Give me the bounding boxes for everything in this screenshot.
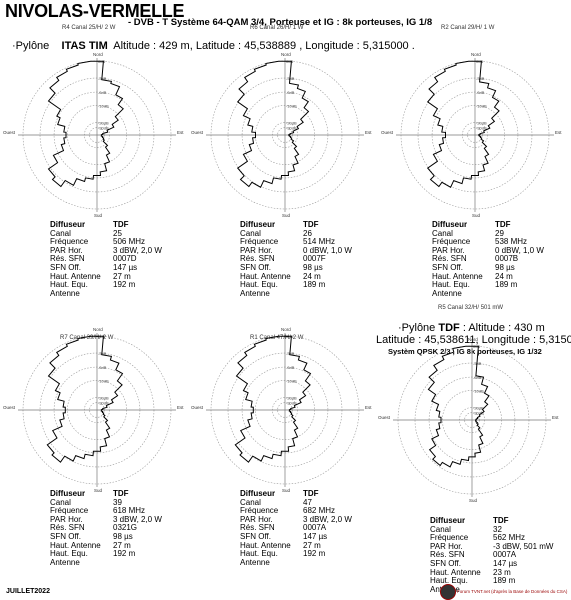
transmitter-label: R4 Canal 25/H/ 2 W	[62, 25, 116, 31]
pattern-curve	[236, 60, 310, 189]
pattern-curve	[426, 60, 500, 189]
compass-south: Sud	[472, 213, 481, 218]
transmitter-table: Diffuseur TDF Canal 32 Fréquence 562 MHz PAR H…	[430, 516, 553, 594]
ring-label: -6dB	[286, 365, 295, 370]
compass-north: Nord	[93, 327, 103, 332]
ring-label: -10dB	[473, 388, 484, 393]
transmitter-table: Diffuseur TDF Canal 47 Fréquence 682 MHz PAR H…	[240, 489, 352, 567]
table-row: Haut. Equ. Antenne 192 m	[50, 280, 162, 298]
transmitter-table: Diffuseur TDF Canal 25 Fréquence 506 MHz PAR H…	[50, 220, 162, 298]
compass-east: Est	[555, 130, 562, 135]
compass-north: Nord	[281, 327, 291, 332]
ring-label: -10dB	[98, 103, 109, 108]
r5-site-name: TDF	[438, 322, 460, 334]
compass-east: Est	[552, 415, 559, 420]
pattern-curve	[46, 335, 124, 463]
compass-west: Ouest	[378, 415, 391, 420]
radiation-pattern-diagram: 0dB-3dB-6dB-10dB-20dB-30dBNordSudOuest Es…	[3, 327, 184, 493]
transmitter-label: R2 Canal 29/H/ 1 W	[441, 25, 495, 31]
table-row: Haut. Equ. Antenne 189 m	[240, 280, 352, 298]
compass-west: Ouest	[3, 130, 16, 135]
radiation-pattern-diagram: 0dB-3dB-6dB-10dB-20dB-30dBNordSudOuest Es…	[381, 52, 562, 218]
transmitter-label: R5 Canal 32/H/ 501 mW	[438, 305, 504, 311]
compass-south: Sud	[94, 213, 103, 218]
compass-south: Sud	[469, 498, 478, 503]
compass-west: Ouest	[191, 130, 204, 135]
transmitter-table: Diffuseur TDF Canal 29 Fréquence 538 MHz PAR H…	[432, 220, 544, 298]
compass-north: Nord	[468, 337, 478, 342]
compass-north: Nord	[281, 52, 291, 57]
field-label: Haut. Equ. Antenne	[432, 280, 470, 298]
tvnt-logo	[440, 584, 456, 600]
radiation-pattern-diagram: 0dB-3dB-6dB-10dB-20dB-30dBNordSudOuest Es…	[378, 337, 559, 503]
transmitter-table: Diffuseur TDF Canal 26 Fréquence 514 MHz PAR H…	[240, 220, 352, 298]
field-label: Haut. Equ. Antenne	[50, 280, 88, 298]
transmitter-label: R6 Canal 26/H/ 1 W	[250, 25, 304, 31]
field-value: 192 m	[303, 549, 326, 559]
pattern-curve	[234, 335, 312, 463]
field-value: 189 m	[495, 280, 518, 290]
table-row: Haut. Equ. Antenne 192 m	[50, 549, 162, 567]
field-value: 192 m	[113, 280, 136, 290]
forum-credit: Forum TVNT.net (d'après la Base de Donné…	[457, 589, 568, 594]
ring-label: -6dB	[98, 365, 107, 370]
compass-south: Sud	[282, 213, 291, 218]
ring-label: -10dB	[98, 378, 109, 383]
radiation-pattern-diagram: 0dB-3dB-6dB-10dB-20dB-30dBNordSudOuest Es…	[191, 52, 372, 218]
field-label: Haut. Equ. Antenne	[240, 280, 278, 298]
ring-label: -6dB	[98, 90, 107, 95]
r5-site-prefix: ·Pylône	[398, 322, 436, 334]
compass-west: Ouest	[381, 130, 394, 135]
date: JUILLET2022	[6, 588, 50, 595]
table-row: Haut. Equ. Antenne 189 m	[432, 280, 544, 298]
compass-east: Est	[177, 130, 184, 135]
r5-site-line1: ·Pylône TDF : Altitude : 430 m	[398, 322, 545, 334]
ring-label: -10dB	[286, 378, 297, 383]
compass-north: Nord	[93, 52, 103, 57]
field-value: 192 m	[113, 549, 136, 559]
ring-label: -10dB	[286, 103, 297, 108]
table-row: Haut. Equ. Antenne 192 m	[240, 549, 352, 567]
compass-east: Est	[365, 130, 372, 135]
compass-west: Ouest	[3, 405, 16, 410]
field-value: 189 m	[303, 280, 326, 290]
radiation-pattern-diagram: 0dB-3dB-6dB-10dB-20dB-30dBNordSudOuest Es…	[191, 327, 372, 493]
r5-site-altitude: : Altitude : 430 m	[462, 322, 545, 334]
field-label: Haut. Equ. Antenne	[240, 549, 278, 567]
ring-label: -10dB	[476, 103, 487, 108]
compass-north: Nord	[471, 52, 481, 57]
ring-label: -6dB	[286, 90, 295, 95]
transmitter-table: Diffuseur TDF Canal 39 Fréquence 618 MHz PAR H…	[50, 489, 162, 567]
ring-label: -6dB	[476, 90, 485, 95]
compass-west: Ouest	[191, 405, 204, 410]
compass-east: Est	[177, 405, 184, 410]
radiation-pattern-diagram: 0dB-3dB-6dB-10dB-20dB-30dBNordSudOuest Es…	[3, 52, 184, 218]
field-label: Haut. Equ. Antenne	[50, 549, 88, 567]
